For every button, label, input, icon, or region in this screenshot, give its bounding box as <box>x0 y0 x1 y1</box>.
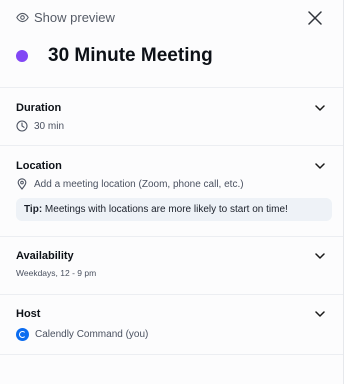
event-title: 30 Minute Meeting <box>48 45 213 66</box>
host-label: Host <box>16 308 41 320</box>
show-preview-button[interactable]: Show preview <box>16 10 327 25</box>
clock-icon <box>16 120 28 132</box>
availability-label: Availability <box>16 250 74 262</box>
location-label: Location <box>16 160 62 172</box>
duration-value: 30 min <box>34 120 65 132</box>
event-color-dot <box>16 50 28 62</box>
host-header[interactable]: Host <box>16 305 331 323</box>
host-section: Host Calendly Command (you) <box>16 305 331 341</box>
divider <box>0 294 343 295</box>
host-row: Calendly Command (you) <box>16 328 331 341</box>
host-name: Calendly Command (you) <box>35 329 149 340</box>
tip-text: Meetings with locations are more likely … <box>42 204 288 215</box>
divider <box>0 145 343 146</box>
location-placeholder-row[interactable]: Add a meeting location (Zoom, phone call… <box>16 178 331 190</box>
chevron-down-icon <box>313 159 327 173</box>
divider <box>0 354 343 355</box>
tip-prefix: Tip: <box>24 204 43 215</box>
duration-header[interactable]: Duration <box>16 99 331 117</box>
duration-value-row: 30 min <box>16 120 331 132</box>
chevron-down-icon <box>313 101 327 115</box>
location-placeholder: Add a meeting location (Zoom, phone call… <box>34 178 244 190</box>
location-tip-box: Tip: Meetings with locations are more li… <box>16 198 332 221</box>
panel-topbar: Show preview <box>16 10 327 30</box>
location-section: Location Add a meeting location (Zoom, p… <box>16 157 332 221</box>
chevron-down-icon <box>313 249 327 263</box>
event-details-panel: Show preview 30 Minute Meeting Duration … <box>0 0 344 384</box>
chevron-down-icon <box>313 307 327 321</box>
divider <box>0 236 343 237</box>
calendly-avatar <box>16 328 29 341</box>
map-pin-icon <box>16 178 28 190</box>
availability-section: Availability Weekdays, 12 - 9 pm <box>16 247 331 278</box>
divider <box>0 87 343 88</box>
show-preview-label: Show preview <box>34 10 115 25</box>
close-button[interactable] <box>303 8 327 32</box>
duration-section: Duration 30 min <box>16 99 331 132</box>
availability-value: Weekdays, 12 - 9 pm <box>16 268 97 278</box>
availability-header[interactable]: Availability <box>16 247 331 265</box>
eye-icon <box>16 11 29 24</box>
close-icon <box>308 10 322 30</box>
location-header[interactable]: Location <box>16 157 331 175</box>
event-title-row: 30 Minute Meeting <box>16 45 327 67</box>
duration-label: Duration <box>16 102 62 114</box>
